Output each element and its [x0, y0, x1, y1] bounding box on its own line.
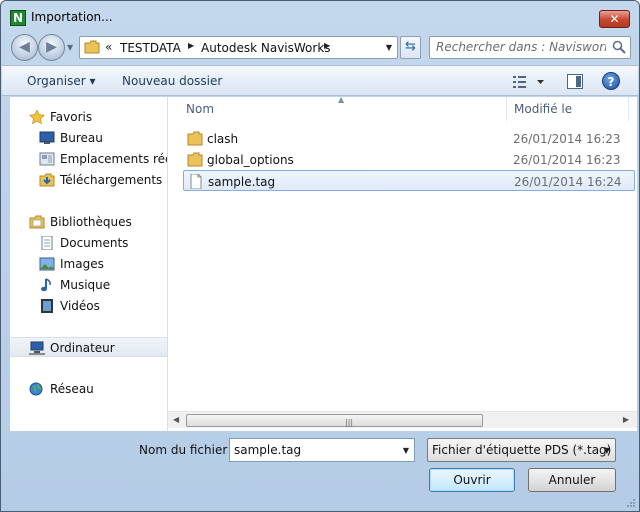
back-button[interactable]: ◀	[11, 34, 38, 61]
sidebar-item-label: Ordinateur	[50, 341, 115, 355]
desktop-icon	[39, 131, 55, 144]
libraries-icon	[29, 215, 45, 229]
recent-places-icon	[39, 152, 55, 166]
chevron-down-icon[interactable]: ▼	[604, 446, 610, 455]
network-icon	[29, 382, 43, 396]
forward-button[interactable]: ▶	[38, 34, 65, 61]
sidebar-item-musique[interactable]: Musique	[10, 275, 167, 295]
file-name: sample.tag	[208, 175, 276, 189]
open-button[interactable]: Ouvrir	[429, 468, 515, 492]
filetype-select[interactable]: Fichier d'étiquette PDS (*.tag) ▼	[427, 438, 616, 462]
sidebar-item-images[interactable]: Images	[10, 254, 167, 274]
search-icon[interactable]	[612, 40, 626, 54]
list-item[interactable]: sample.tag 26/01/2014 16:24	[183, 170, 635, 191]
column-header: ▲ Nom Modifié le	[168, 95, 637, 121]
help-icon[interactable]: ?	[602, 72, 620, 90]
filename-field[interactable]	[234, 443, 394, 457]
sidebar-item-documents[interactable]: Documents	[10, 233, 167, 253]
navigation-pane[interactable]: Favoris Bureau Emplacements récents Télé…	[10, 97, 168, 431]
computer-icon	[29, 341, 45, 355]
sidebar-item-label: Favoris	[50, 110, 93, 124]
folder-icon	[187, 131, 203, 146]
filename-combobox[interactable]: ▼	[229, 438, 415, 462]
sidebar-item-bibliotheques[interactable]: Bibliothèques	[10, 212, 167, 232]
sidebar-item-label: Bureau	[60, 131, 103, 145]
sidebar-item-label: Vidéos	[60, 299, 100, 313]
scroll-right-icon[interactable]: ▶	[623, 415, 629, 424]
refresh-icon: ⇆	[405, 39, 416, 54]
sidebar-item-label: Emplacements récents	[60, 152, 167, 166]
sidebar-item-reseau[interactable]: Réseau	[10, 379, 167, 399]
address-bar[interactable]: « TESTDATA ▶ Autodesk NavisWorks ▶ ▼	[79, 36, 398, 59]
organise-menu[interactable]: Organiser ▾	[27, 74, 95, 88]
sort-ascending-icon: ▲	[338, 95, 345, 104]
sidebar-item-label: Bibliothèques	[50, 215, 132, 229]
downloads-icon	[39, 173, 55, 187]
recent-locations-dropdown[interactable]: ▼	[67, 43, 73, 52]
search-input[interactable]	[436, 40, 606, 54]
videos-icon	[41, 299, 53, 313]
sidebar-item-emplacements-recents[interactable]: Emplacements récents	[10, 149, 167, 169]
images-icon	[39, 257, 55, 271]
horizontal-scrollbar[interactable]: ◀ ||| ▶	[168, 411, 637, 428]
file-name: clash	[207, 132, 239, 146]
grip-icon: |||	[345, 418, 354, 427]
star-icon	[29, 110, 45, 124]
breadcrumb-overflow[interactable]: «	[105, 40, 112, 54]
resize-grip-icon[interactable]	[626, 498, 636, 508]
change-view-icon[interactable]	[512, 74, 546, 90]
sidebar-item-label: Musique	[60, 278, 111, 292]
sidebar-item-favoris[interactable]: Favoris	[10, 107, 167, 127]
arrow-right-icon: ▶	[46, 39, 57, 55]
breadcrumb-navisworks[interactable]: Autodesk NavisWorks	[201, 41, 331, 55]
command-toolbar: Organiser ▾ Nouveau dossier ?	[2, 65, 638, 96]
sidebar-item-label: Téléchargements	[60, 173, 163, 187]
refresh-button[interactable]: ⇆	[400, 36, 421, 59]
chevron-down-icon[interactable]: ▼	[403, 446, 409, 455]
sidebar-item-label: Images	[60, 257, 104, 271]
column-divider[interactable]	[506, 97, 507, 121]
folder-icon	[84, 40, 100, 54]
preview-pane-icon[interactable]	[567, 74, 583, 89]
sidebar-item-label: Réseau	[50, 382, 94, 396]
sidebar-item-bureau[interactable]: Bureau	[10, 128, 167, 148]
folder-icon	[187, 152, 203, 167]
title-bar[interactable]: N Importation... ✕	[1, 1, 639, 33]
search-box[interactable]	[429, 36, 631, 59]
file-list[interactable]: ▲ Nom Modifié le clash 26/01/2014 16:23 …	[168, 95, 637, 431]
scrollbar-thumb[interactable]: |||	[186, 414, 483, 427]
filetype-value: Fichier d'étiquette PDS (*.tag)	[432, 443, 612, 457]
sidebar-item-ordinateur[interactable]: Ordinateur	[10, 337, 167, 357]
breadcrumb-testdata[interactable]: TESTDATA	[120, 41, 181, 55]
column-modified[interactable]: Modifié le	[514, 102, 572, 116]
file-date: 26/01/2014 16:23	[513, 132, 621, 146]
cancel-button[interactable]: Annuler	[528, 468, 616, 492]
window-title: Importation...	[31, 10, 113, 24]
documents-icon	[41, 236, 53, 250]
scroll-left-icon[interactable]: ◀	[173, 415, 179, 424]
column-name[interactable]: Nom	[186, 102, 214, 116]
filename-label: Nom du fichier :	[139, 443, 236, 457]
arrow-left-icon: ◀	[19, 39, 30, 55]
chevron-right-icon[interactable]: ▶	[188, 41, 194, 50]
new-folder-button[interactable]: Nouveau dossier	[122, 74, 222, 88]
chevron-right-icon[interactable]: ▶	[324, 41, 330, 50]
column-divider[interactable]	[628, 97, 629, 121]
file-name: global_options	[207, 153, 294, 167]
file-date: 26/01/2014 16:24	[514, 175, 622, 189]
sidebar-item-videos[interactable]: Vidéos	[10, 296, 167, 316]
import-dialog: N Importation... ✕ ◀ ▶ ▼ « TESTDATA ▶ Au…	[0, 0, 640, 512]
file-icon	[190, 174, 202, 189]
close-button[interactable]: ✕	[599, 10, 630, 28]
chevron-down-icon[interactable]: ▼	[386, 43, 392, 52]
file-date: 26/01/2014 16:23	[513, 153, 621, 167]
sidebar-item-telechargements[interactable]: Téléchargements	[10, 170, 167, 190]
list-item[interactable]: global_options 26/01/2014 16:23	[183, 149, 635, 170]
music-icon	[41, 278, 51, 292]
navisworks-app-icon: N	[10, 10, 26, 26]
sidebar-item-label: Documents	[60, 236, 129, 250]
list-item[interactable]: clash 26/01/2014 16:23	[183, 128, 635, 149]
